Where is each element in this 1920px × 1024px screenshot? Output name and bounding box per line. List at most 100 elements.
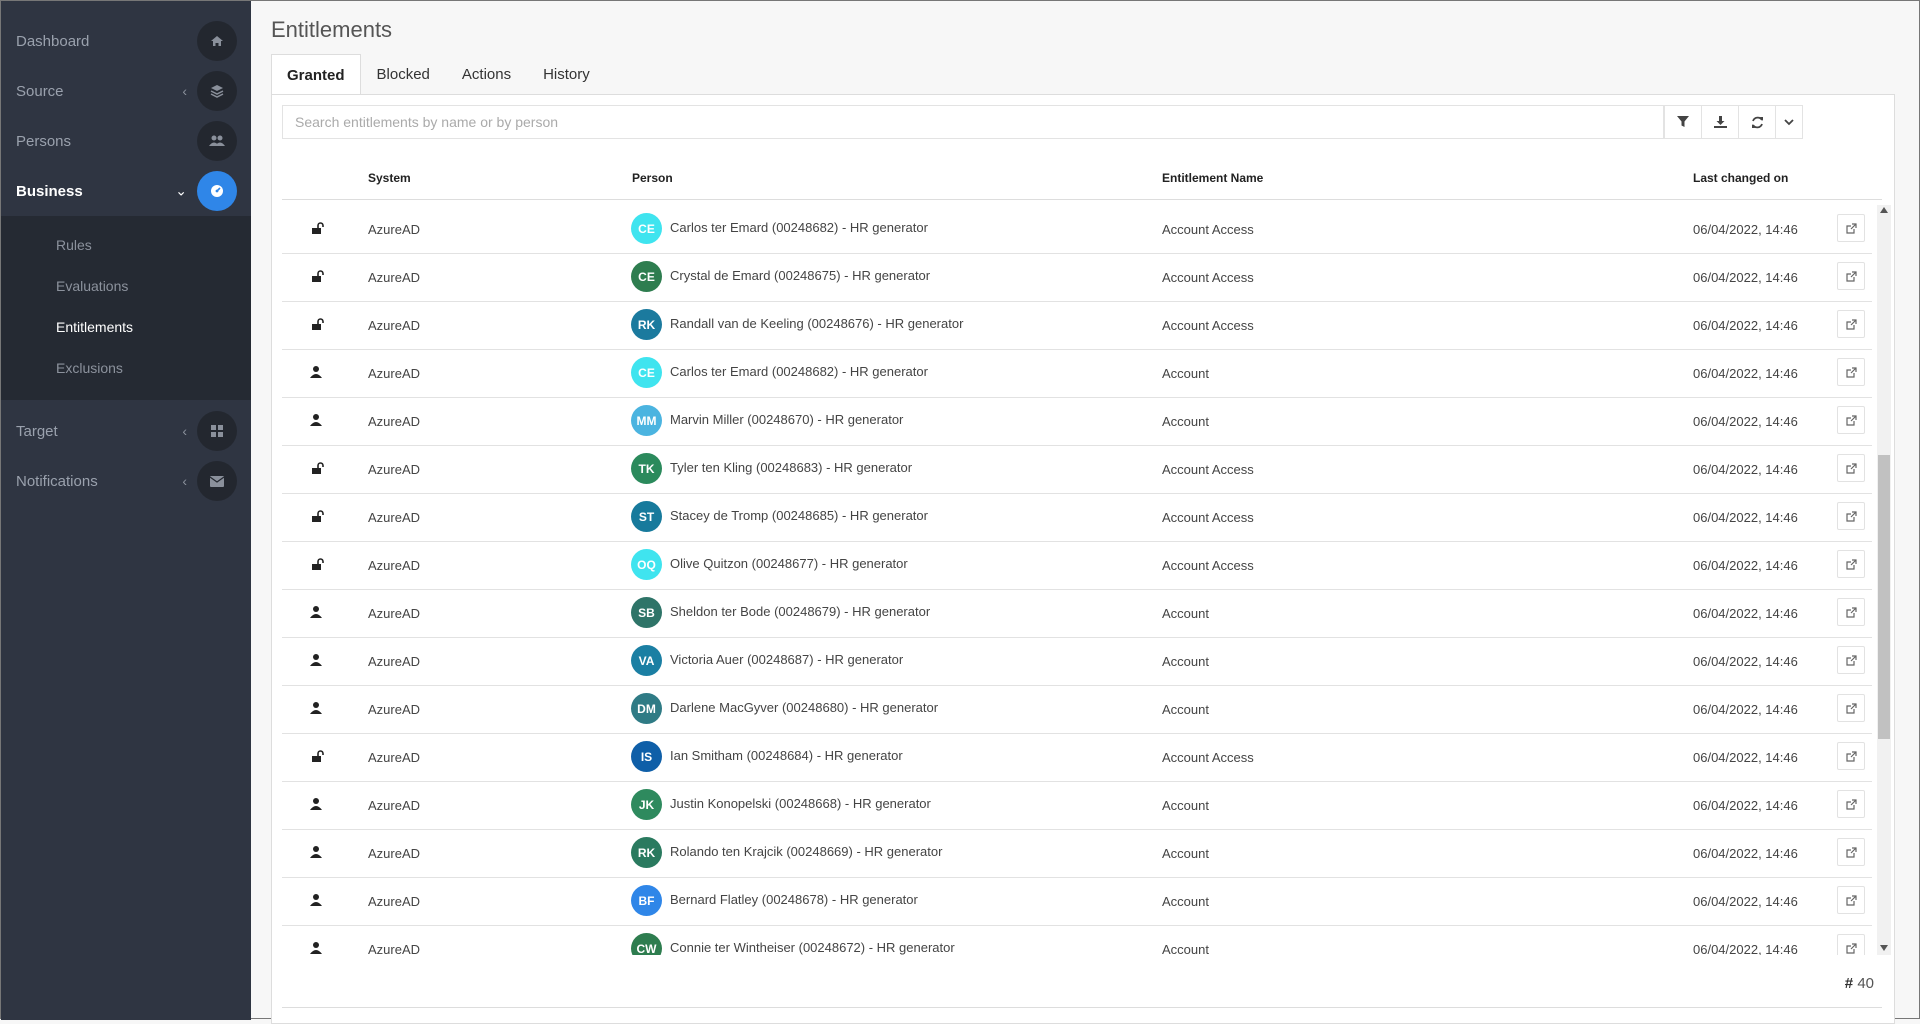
last-changed-cell: 06/04/2022, 14:46 — [1693, 702, 1798, 717]
table-row[interactable]: AzureAD VA Victoria Auer (00248687) - HR g… — [282, 637, 1872, 686]
last-changed-cell: 06/04/2022, 14:46 — [1693, 894, 1798, 909]
external-link-icon[interactable] — [1837, 550, 1865, 578]
sidebar-subitem-exclusions[interactable]: Exclusions — [1, 347, 251, 388]
sidebar-item-label: Business — [16, 182, 83, 200]
entitlement-cell: Account — [1162, 654, 1209, 669]
external-link-icon[interactable] — [1837, 790, 1865, 818]
column-header-system[interactable]: System — [368, 171, 411, 185]
tab-history[interactable]: History — [527, 54, 606, 95]
tab-actions[interactable]: Actions — [446, 54, 527, 95]
system-cell: AzureAD — [368, 750, 421, 765]
sidebar-subitem-rules[interactable]: Rules — [1, 224, 251, 265]
external-link-icon[interactable] — [1837, 406, 1865, 434]
table-row[interactable]: AzureAD DM Darlene MacGyver (00248680) - H… — [282, 685, 1872, 734]
last-changed-cell: 06/04/2022, 14:46 — [1693, 558, 1798, 573]
download-icon[interactable] — [1701, 106, 1738, 138]
table-row[interactable]: AzureAD RK Rolando ten Krajcik (00248669) … — [282, 829, 1872, 878]
person-cell: Marvin Miller (00248670) - HR generator — [670, 412, 904, 427]
table-row[interactable]: AzureAD BF Bernard Flatley (00248678) - HR… — [282, 877, 1872, 926]
external-link-icon[interactable] — [1837, 310, 1865, 338]
person-cell: Bernard Flatley (00248678) - HR generato… — [670, 892, 918, 907]
system-cell: AzureAD — [368, 702, 421, 717]
filter-icon[interactable] — [1664, 106, 1701, 138]
sidebar-item-source[interactable]: Source ‹ — [1, 66, 251, 116]
tab-granted[interactable]: Granted — [271, 54, 361, 95]
entitlement-cell: Account Access — [1162, 750, 1254, 765]
scroll-down-arrow-icon[interactable] — [1880, 945, 1888, 951]
table-row[interactable]: AzureAD JK Justin Konopelski (00248668) - … — [282, 781, 1872, 830]
table-row[interactable]: AzureAD ST Stacey de Tromp (00248685) - HR… — [282, 493, 1872, 542]
sidebar-subitem-evaluations[interactable]: Evaluations — [1, 265, 251, 306]
person-cell: Crystal de Emard (00248675) - HR generat… — [670, 268, 931, 283]
result-count: # 40 — [1845, 975, 1874, 992]
system-cell: AzureAD — [368, 510, 421, 525]
sidebar-item-persons[interactable]: Persons — [1, 116, 251, 166]
scroll-thumb[interactable] — [1878, 455, 1890, 739]
external-link-icon[interactable] — [1837, 934, 1865, 955]
external-link-icon[interactable] — [1837, 598, 1865, 626]
users-icon — [197, 121, 237, 161]
external-link-icon[interactable] — [1837, 502, 1865, 530]
entitlement-cell: Account — [1162, 606, 1209, 621]
entitlement-cell: Account — [1162, 798, 1209, 813]
avatar: CE — [631, 261, 662, 292]
last-changed-cell: 06/04/2022, 14:46 — [1693, 942, 1798, 955]
table-row[interactable]: AzureAD MM Marvin Miller (00248670) - HR g… — [282, 397, 1872, 446]
external-link-icon[interactable] — [1837, 214, 1865, 242]
table-row[interactable]: AzureAD IS Ian Smitham (00248684) - HR gen… — [282, 733, 1872, 782]
person-cell: Randall van de Keeling (00248676) - HR g… — [670, 316, 964, 331]
sidebar-item-business[interactable]: Business ⌄ — [1, 166, 251, 216]
external-link-icon[interactable] — [1837, 358, 1865, 386]
table-row[interactable]: AzureAD CE Carlos ter Emard (00248682) - H… — [282, 349, 1872, 398]
hash-icon: # — [1844, 975, 1854, 992]
last-changed-cell: 06/04/2022, 14:46 — [1693, 462, 1798, 477]
column-header-person[interactable]: Person — [632, 171, 673, 185]
table-row[interactable]: AzureAD CE Carlos ter Emard (00248682) - H… — [282, 205, 1872, 254]
avatar: OQ — [631, 549, 662, 580]
unlock-icon — [310, 557, 324, 571]
sidebar-item-notifications[interactable]: Notifications ‹ — [1, 456, 251, 506]
avatar: SB — [631, 597, 662, 628]
entitlement-cell: Account Access — [1162, 558, 1254, 573]
avatar: VA — [631, 645, 662, 676]
person-cell: Ian Smitham (00248684) - HR generator — [670, 748, 903, 763]
sidebar-subitem-entitlements[interactable]: Entitlements — [1, 306, 251, 347]
column-header-last-changed[interactable]: Last changed on — [1693, 171, 1788, 185]
sidebar-item-dashboard[interactable]: Dashboard — [1, 16, 251, 66]
table-header: System Person Entitlement Name Last chan… — [282, 155, 1882, 200]
table-row[interactable]: AzureAD CW Connie ter Wintheiser (00248672… — [282, 925, 1872, 955]
page-title: Entitlements — [271, 17, 393, 42]
avatar: RK — [631, 837, 662, 868]
scroll-up-arrow-icon[interactable] — [1880, 207, 1888, 213]
external-link-icon[interactable] — [1837, 838, 1865, 866]
external-link-icon[interactable] — [1837, 694, 1865, 722]
user-icon — [310, 413, 324, 427]
system-cell: AzureAD — [368, 654, 421, 669]
external-link-icon[interactable] — [1837, 886, 1865, 914]
tab-blocked[interactable]: Blocked — [361, 54, 446, 95]
system-cell: AzureAD — [368, 366, 421, 381]
avatar: TK — [631, 453, 662, 484]
table-scrollbar[interactable] — [1877, 205, 1891, 955]
entitlement-cell: Account Access — [1162, 222, 1254, 237]
external-link-icon[interactable] — [1837, 742, 1865, 770]
user-icon — [310, 701, 324, 715]
chevron-down-icon[interactable] — [1775, 106, 1802, 138]
table-row[interactable]: AzureAD SB Sheldon ter Bode (00248679) - H… — [282, 589, 1872, 638]
table-row[interactable]: AzureAD CE Crystal de Emard (00248675) - H… — [282, 253, 1872, 302]
column-header-entitlement[interactable]: Entitlement Name — [1162, 171, 1263, 185]
refresh-icon[interactable] — [1738, 106, 1775, 138]
external-link-icon[interactable] — [1837, 646, 1865, 674]
table-row[interactable]: AzureAD TK Tyler ten Kling (00248683) - HR… — [282, 445, 1872, 494]
entitlement-cell: Account — [1162, 942, 1209, 955]
sidebar-item-target[interactable]: Target ‹ — [1, 406, 251, 456]
toolbar — [1664, 105, 1803, 139]
external-link-icon[interactable] — [1837, 262, 1865, 290]
table-row[interactable]: AzureAD OQ Olive Quitzon (00248677) - HR g… — [282, 541, 1872, 590]
last-changed-cell: 06/04/2022, 14:46 — [1693, 366, 1798, 381]
system-cell: AzureAD — [368, 606, 421, 621]
external-link-icon[interactable] — [1837, 454, 1865, 482]
last-changed-cell: 06/04/2022, 14:46 — [1693, 510, 1798, 525]
search-input[interactable] — [283, 113, 1663, 131]
table-row[interactable]: AzureAD RK Randall van de Keeling (0024867… — [282, 301, 1872, 350]
